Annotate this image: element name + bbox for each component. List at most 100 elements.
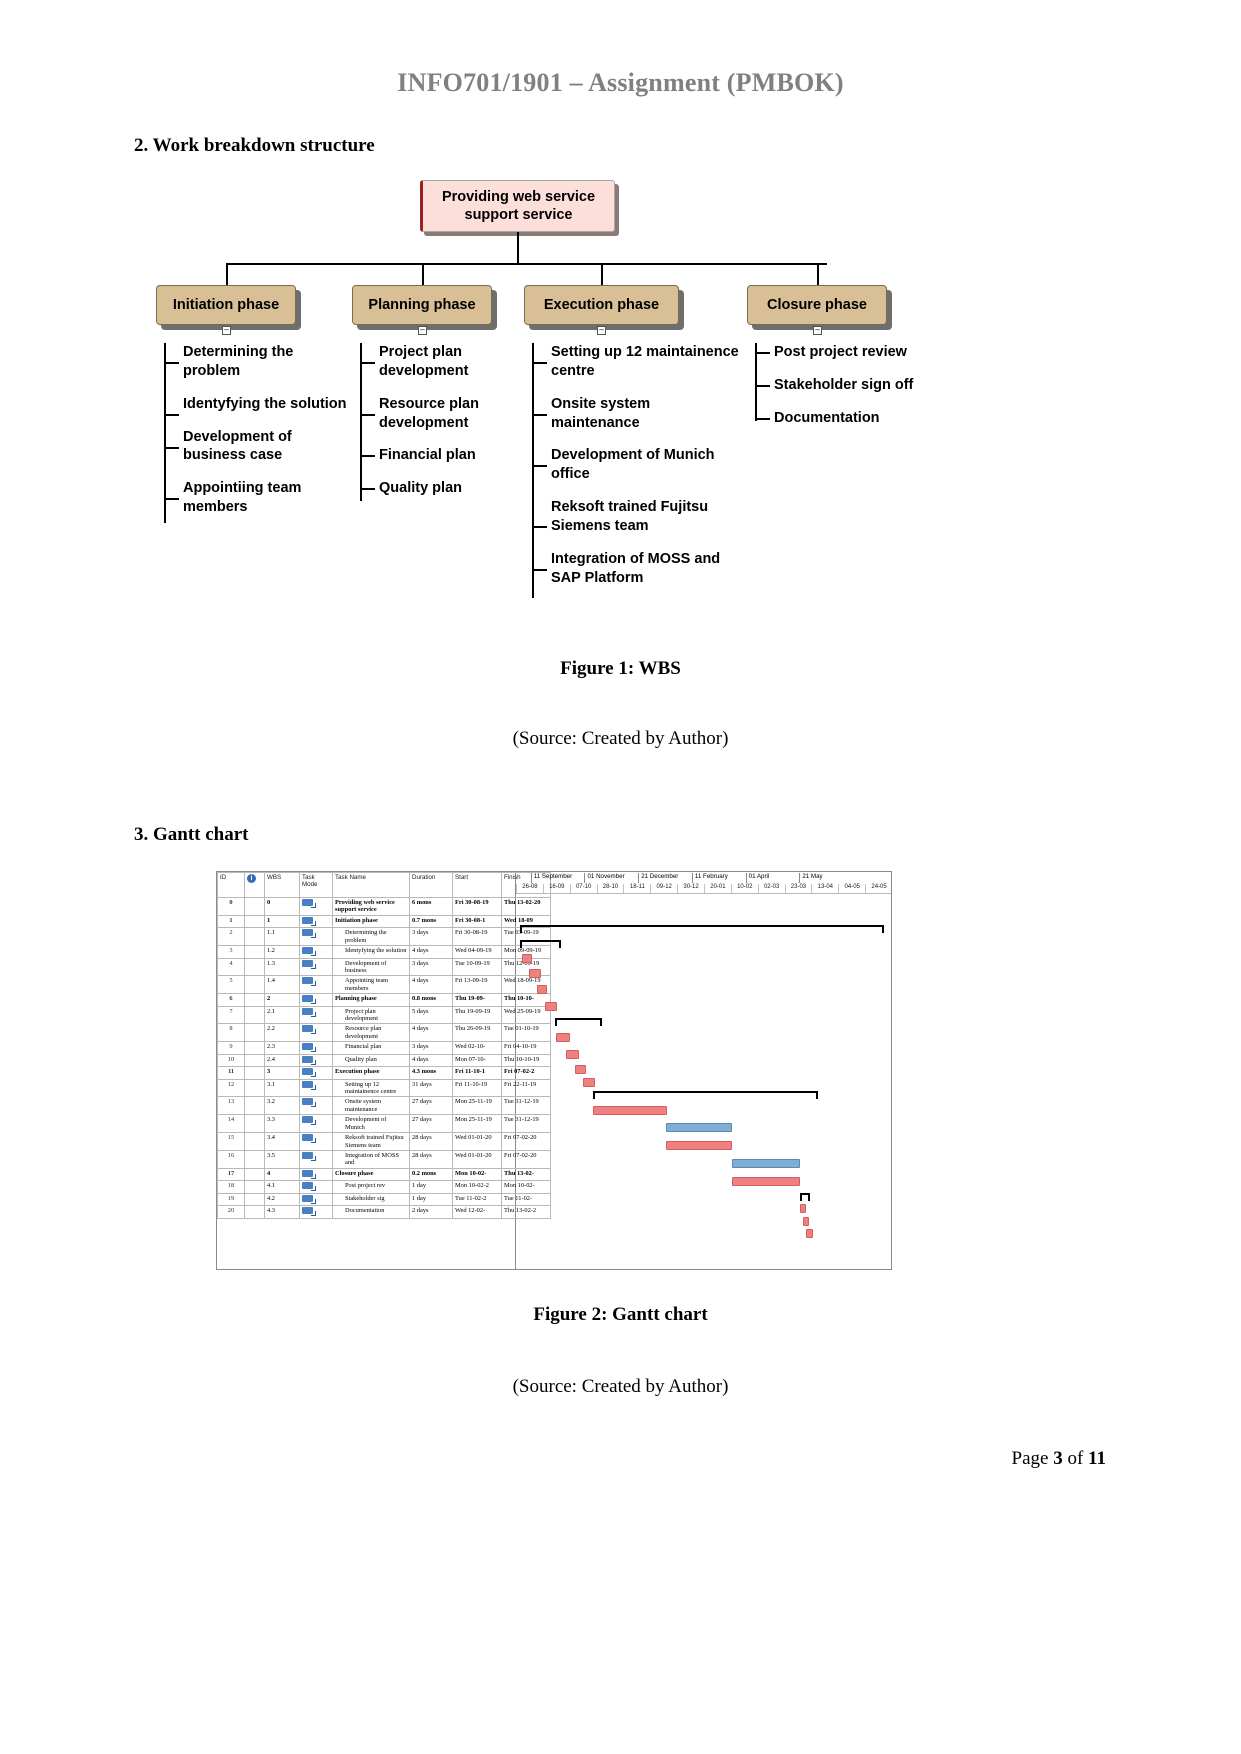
gantt-cell-indicator bbox=[244, 945, 265, 959]
gantt-summary-bar-cap bbox=[519, 940, 522, 948]
wbs-collapse-toggle-initiation[interactable]: – bbox=[222, 326, 231, 335]
gantt-task-bar[interactable] bbox=[593, 1106, 667, 1115]
gantt-col-duration[interactable]: Duration bbox=[409, 872, 453, 898]
wbs-item-execution-4: Integration of MOSS and SAP Platform bbox=[532, 550, 742, 588]
gantt-cell-start: Thu 19-09-19 bbox=[452, 1005, 502, 1025]
gantt-table-row[interactable]: 3 1.2 Identyfying the solution 4 days Wed 04… bbox=[217, 945, 551, 959]
gantt-table-row[interactable]: 5 1.4 Appointing team members 4 days Fri 13-… bbox=[217, 975, 551, 995]
footer-middle: of bbox=[1062, 1448, 1089, 1469]
wbs-phase-box-closure[interactable]: Closure phase bbox=[747, 285, 887, 325]
gantt-table-row[interactable]: 14 3.3 Development of Munich 27 days Mon 25-… bbox=[217, 1114, 551, 1134]
task-mode-icon[interactable] bbox=[302, 1043, 316, 1053]
gantt-task-bar[interactable] bbox=[732, 1159, 800, 1168]
wbs-item-label: Quality plan bbox=[379, 480, 462, 497]
task-mode-icon[interactable] bbox=[302, 995, 316, 1005]
task-mode-icon[interactable] bbox=[302, 1169, 316, 1179]
wbs-stub-icon bbox=[164, 362, 179, 364]
gantt-col-start[interactable]: Start bbox=[452, 872, 502, 898]
gantt-col-task-mode[interactable]: Task Mode bbox=[299, 872, 333, 898]
gantt-summary-bar[interactable] bbox=[592, 1091, 819, 1093]
gantt-task-bar[interactable] bbox=[566, 1050, 579, 1059]
gantt-task-bar[interactable] bbox=[544, 1002, 558, 1011]
gantt-table-row[interactable]: 8 2.2 Resource plan development 4 days Thu 2… bbox=[217, 1023, 551, 1043]
gantt-table-row[interactable]: 15 3.4 Reksoft trained Fujitsu Siemens tea… bbox=[217, 1132, 551, 1151]
gantt-task-bar[interactable] bbox=[521, 954, 532, 963]
task-mode-icon[interactable] bbox=[302, 1182, 316, 1192]
gantt-task-bar[interactable] bbox=[575, 1065, 586, 1074]
wbs-phase-box-planning[interactable]: Planning phase bbox=[352, 285, 492, 325]
gantt-task-bar[interactable] bbox=[537, 985, 548, 994]
gantt-task-bar[interactable] bbox=[555, 1033, 570, 1042]
task-mode-icon[interactable] bbox=[302, 1025, 316, 1035]
gantt-table-row[interactable]: 18 4.1 Post project rev 1 day Mon 10-02-2 Mon… bbox=[217, 1180, 551, 1194]
gantt-table-row[interactable]: 20 4.3 Documentation 2 days Wed 12-02- Thu 13… bbox=[217, 1205, 551, 1219]
gantt-table-row[interactable]: 10 2.4 Quality plan 4 days Mon 07-10- Thu 10-… bbox=[217, 1053, 551, 1068]
gantt-table-row[interactable]: 12 3.1 Setting up 12 maintainence centre 31… bbox=[217, 1078, 551, 1098]
gantt-cell-task-name: Initiation phase bbox=[332, 914, 410, 929]
gantt-summary-bar[interactable] bbox=[555, 1018, 603, 1020]
gantt-table-row[interactable]: 0 0 Providing web service support service 6… bbox=[217, 897, 551, 916]
gantt-cell-duration: 6 mons bbox=[409, 897, 453, 916]
task-mode-icon[interactable] bbox=[302, 947, 316, 957]
task-mode-icon[interactable] bbox=[302, 1194, 316, 1204]
gantt-task-bar[interactable] bbox=[802, 1217, 809, 1226]
task-mode-icon[interactable] bbox=[302, 916, 316, 926]
gantt-table-row[interactable]: 9 2.3 Financial plan 3 days Wed 02-10- Fri 04… bbox=[217, 1041, 551, 1055]
wbs-phase-box-execution[interactable]: Execution phase bbox=[524, 285, 679, 325]
task-mode-icon[interactable] bbox=[302, 1151, 316, 1161]
wbs-item-initiation-0: Determining the problem bbox=[164, 343, 354, 381]
gantt-task-bar[interactable] bbox=[666, 1141, 733, 1150]
gantt-cell-task-name: Post project rev bbox=[332, 1180, 410, 1194]
gantt-col-task-name[interactable]: Task Name bbox=[332, 872, 410, 898]
gantt-task-bar[interactable] bbox=[528, 969, 541, 978]
task-mode-icon[interactable] bbox=[302, 1007, 316, 1017]
gantt-col-indicators[interactable]: i bbox=[244, 872, 265, 898]
gantt-cell-id: 4 bbox=[217, 957, 245, 977]
task-mode-icon[interactable] bbox=[302, 1134, 316, 1144]
task-mode-icon[interactable] bbox=[302, 1207, 316, 1217]
gantt-table-row[interactable]: 6 2 Planning phase 0.8 mons Thu 19-09- Thu 10… bbox=[217, 993, 551, 1007]
gantt-col-wbs[interactable]: WBS bbox=[264, 872, 300, 898]
gantt-col-id[interactable]: ID bbox=[217, 872, 245, 898]
task-mode-icon[interactable] bbox=[302, 1055, 316, 1065]
wbs-collapse-toggle-planning[interactable]: – bbox=[418, 326, 427, 335]
gantt-table-row[interactable]: 7 2.1 Project plan development 5 days Thu 19… bbox=[217, 1005, 551, 1025]
gantt-cell-task-name: Documentation bbox=[332, 1205, 410, 1219]
wbs-item-initiation-1: Identyfying the solution bbox=[164, 395, 354, 416]
gantt-table-row[interactable]: 11 3 Execution phase 4.3 mons Fri 11-10-1 Fri… bbox=[217, 1066, 551, 1080]
wbs-collapse-toggle-execution[interactable]: – bbox=[597, 326, 606, 335]
gantt-summary-bar[interactable] bbox=[519, 940, 562, 942]
task-mode-icon[interactable] bbox=[302, 1116, 316, 1126]
task-mode-icon[interactable] bbox=[302, 899, 316, 908]
gantt-table-row[interactable]: 16 3.5 Integration of MOSS and 28 days Wed 0… bbox=[217, 1149, 551, 1169]
task-mode-icon[interactable] bbox=[302, 1098, 316, 1108]
wbs-stub-icon bbox=[164, 413, 179, 416]
gantt-timeline-minor-tick: 16-09 bbox=[542, 884, 570, 893]
wbs-collapse-toggle-closure[interactable]: – bbox=[813, 326, 822, 335]
gantt-task-bar[interactable] bbox=[732, 1177, 800, 1186]
gantt-cell-task-mode bbox=[299, 927, 333, 947]
gantt-table-row[interactable]: 19 4.2 Stakeholder sig 1 day Tue 11-02-2 Tue … bbox=[217, 1192, 551, 1207]
task-mode-icon[interactable] bbox=[302, 929, 316, 939]
gantt-task-bar[interactable] bbox=[800, 1204, 806, 1213]
gantt-table-row[interactable]: 2 1.1 Determining the problem 3 days Fri 30-… bbox=[217, 927, 551, 947]
gantt-task-bar[interactable] bbox=[666, 1123, 733, 1132]
wbs-stub-icon bbox=[360, 362, 375, 364]
gantt-cell-task-mode bbox=[299, 1180, 333, 1194]
gantt-table-row[interactable]: 13 3.2 Onsite system maintenance 27 days Mon… bbox=[217, 1096, 551, 1116]
task-mode-icon[interactable] bbox=[302, 1080, 316, 1090]
gantt-summary-bar[interactable] bbox=[519, 925, 885, 927]
gantt-table-row[interactable]: 4 1.3 Development of business 3 days Tue 10-… bbox=[217, 957, 551, 977]
wbs-phase-box-initiation[interactable]: Initiation phase bbox=[156, 285, 296, 325]
gantt-table-row[interactable]: 17 4 Closure phase 0.2 mons Mon 10-02- Thu 13… bbox=[217, 1167, 551, 1182]
gantt-cell-task-name: Appointing team members bbox=[332, 975, 410, 995]
task-mode-icon[interactable] bbox=[302, 1068, 316, 1078]
wbs-subitems-initiation: Determining the problem Identyfying the … bbox=[164, 343, 354, 531]
task-mode-icon[interactable] bbox=[302, 959, 316, 969]
gantt-cell-id: 3 bbox=[217, 945, 245, 959]
gantt-table-row[interactable]: 1 1 Initiation phase 0.7 mons Fri 30-08-1 Wed… bbox=[217, 914, 551, 929]
gantt-timeline-minor-tick: 24-05 bbox=[865, 884, 891, 893]
gantt-task-bar[interactable] bbox=[805, 1229, 813, 1238]
gantt-task-bar[interactable] bbox=[582, 1078, 596, 1087]
task-mode-icon[interactable] bbox=[302, 977, 316, 987]
